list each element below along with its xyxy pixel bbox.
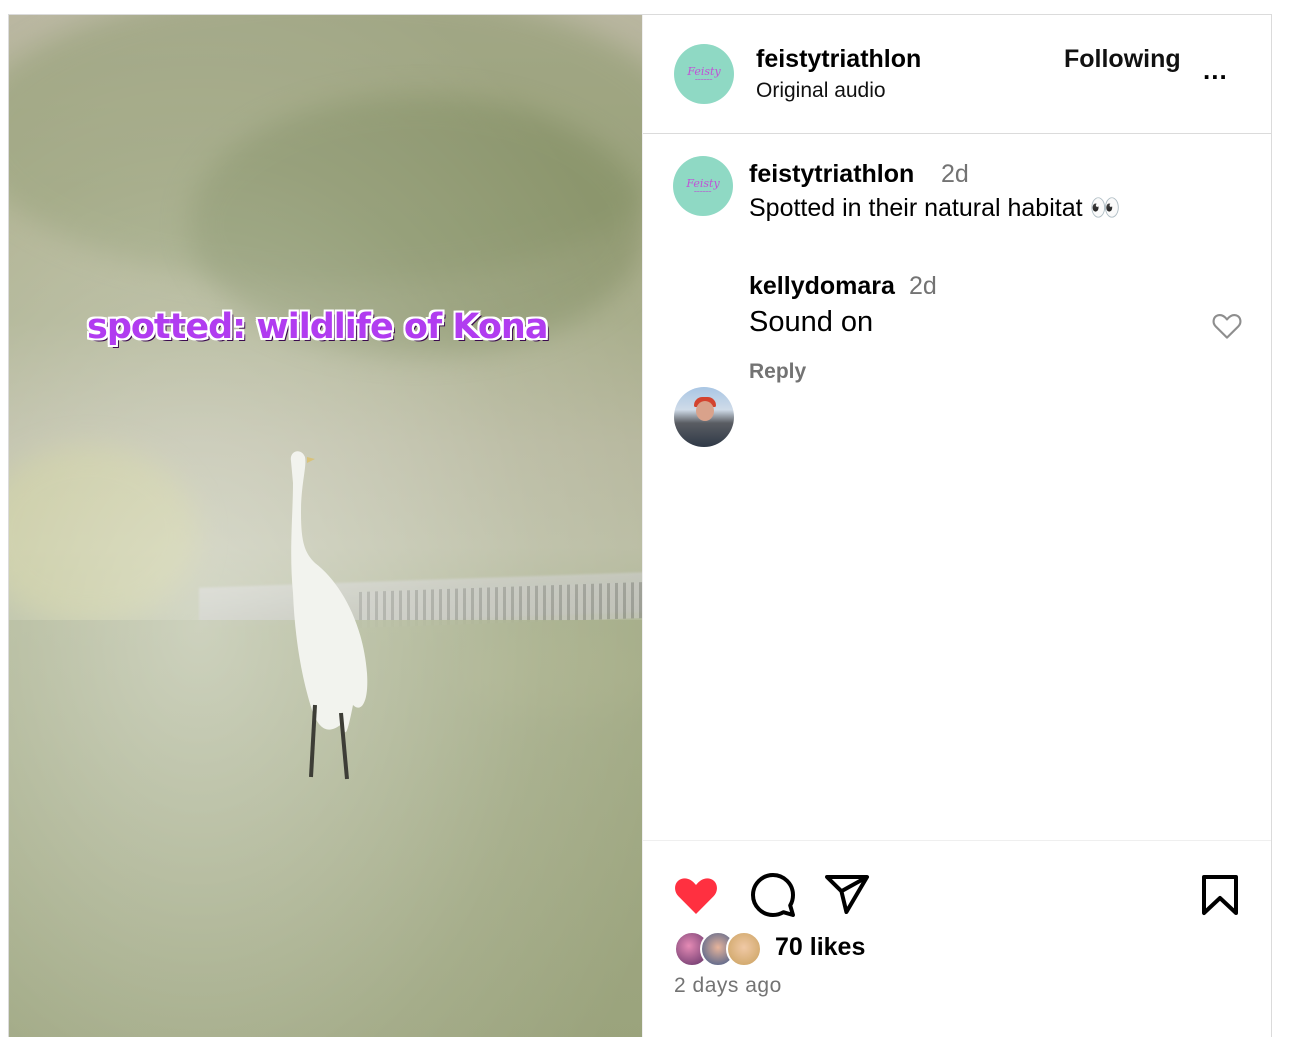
post-video[interactable]: spotted: wildlife of Kona (9, 15, 642, 1037)
share-icon[interactable] (823, 871, 871, 919)
reply-button[interactable]: Reply (749, 360, 806, 384)
feisty-logo-sub: ━━━━━━ (694, 188, 712, 194)
comment-icon[interactable] (749, 871, 797, 919)
caption-text: Spotted in their natural habitat 👀 (749, 194, 1121, 222)
post-timestamp[interactable]: 2 days ago (674, 974, 782, 998)
liker-avatar (726, 931, 762, 967)
post-modal: spotted: wildlife of Kona Feisty ━━━━━━ … (8, 14, 1272, 1037)
likes-count[interactable]: 70 likes (775, 933, 865, 962)
caption-avatar[interactable]: Feisty ━━━━━━ (673, 156, 733, 216)
action-bar: 70 likes 2 days ago (643, 840, 1271, 1037)
caption-username[interactable]: feistytriathlon (749, 160, 914, 189)
feisty-logo-sub: ━━━━━━ (695, 76, 713, 82)
author-avatar[interactable]: Feisty ━━━━━━ (674, 44, 734, 104)
feisty-logo: Feisty (687, 64, 721, 78)
feisty-logo: Feisty (686, 176, 720, 190)
video-overlay-caption: spotted: wildlife of Kona (87, 307, 548, 347)
commenter-avatar[interactable] (674, 387, 734, 447)
egret-bird (290, 451, 368, 780)
heart-outline-icon[interactable] (1211, 310, 1243, 340)
bookmark-icon[interactable] (1196, 871, 1244, 919)
comment-text: Sound on (749, 306, 874, 338)
heart-filled-icon[interactable] (672, 871, 720, 919)
comment-time[interactable]: 2d (909, 272, 937, 301)
comment-username[interactable]: kellydomara (749, 272, 895, 301)
comments-section: Feisty ━━━━━━ feistytriathlon 2d Spotted… (643, 134, 1271, 840)
post-header: Feisty ━━━━━━ feistytriathlon Original a… (643, 15, 1271, 134)
avatar-face (696, 401, 714, 421)
caption-time[interactable]: 2d (941, 160, 969, 189)
post-sidebar: Feisty ━━━━━━ feistytriathlon Original a… (642, 15, 1271, 1037)
following-button[interactable]: Following (1064, 45, 1181, 74)
audio-link[interactable]: Original audio (756, 79, 886, 103)
author-username[interactable]: feistytriathlon (756, 45, 921, 74)
liker-avatars[interactable] (674, 929, 762, 969)
more-icon[interactable]: ... (1203, 55, 1228, 86)
